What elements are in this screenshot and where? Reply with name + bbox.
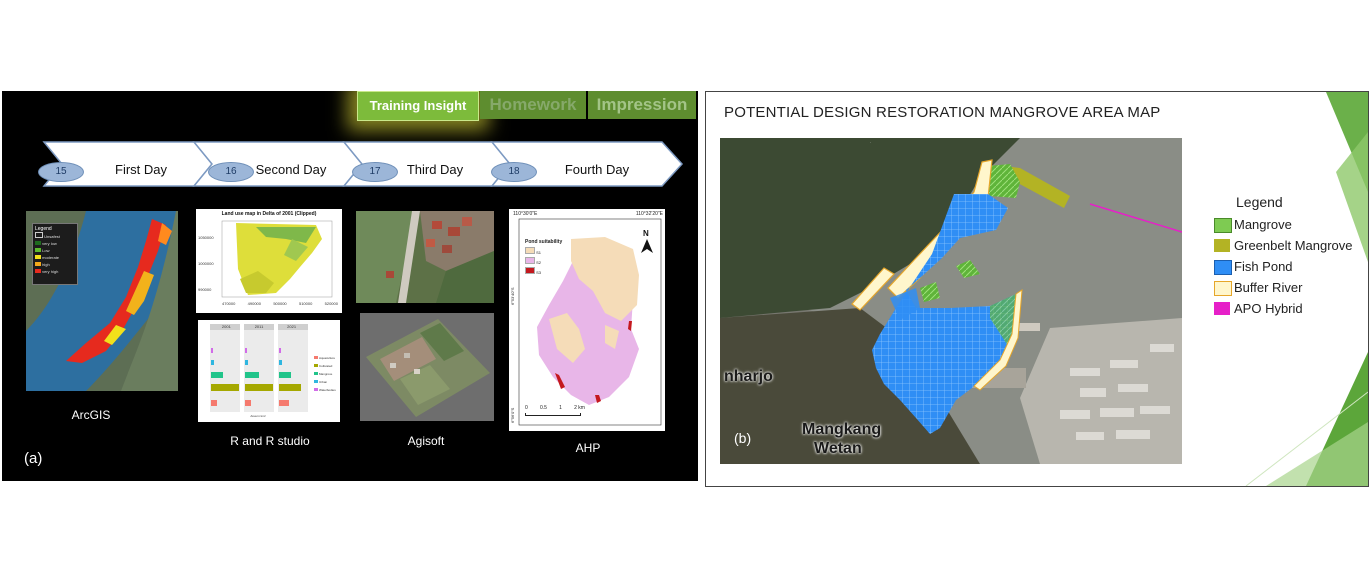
day-number-badge: 15 [38,162,84,182]
apo-hybrid-swatch-icon [1214,302,1230,315]
arcgis-legend: Legend Unsafest very low Low moderate hi… [32,223,78,285]
place-label-nharjo: nharjo [724,368,773,385]
r-landuse-map-thumbnail: Land use map in Delta of 2001 (Clipped) … [196,209,342,313]
day-label-fourth: Fourth Day [564,162,630,177]
day-label-second: Second Day [255,162,327,177]
caption-ahp: AHP [575,441,601,455]
arcgis-map-thumbnail: Legend Unsafest very low Low moderate hi… [26,211,178,391]
fish-pond-swatch-icon [1214,260,1232,275]
legend-title: Legend [1236,194,1283,210]
day-label-third: Third Day [406,162,464,177]
place-label-wetan: Wetan [814,440,862,457]
place-label-mangkang: Mangkang [802,421,882,438]
north-arrow-icon: N [643,229,649,238]
mangrove-swatch-icon [1214,218,1232,233]
panel-b-restoration-map-slide: POTENTIAL DESIGN RESTORATION MANGROVE AR… [705,91,1369,487]
buffer-river-swatch-icon [1214,281,1232,296]
day-label-first: First Day [115,162,167,177]
tab-homework[interactable]: Homework [480,91,586,119]
caption-agisoft: Agisoft [407,434,445,448]
greenbelt-swatch-icon [1214,239,1230,252]
caption-r-studio: R and R studio [230,434,310,448]
agisoft-aerial-thumbnail [356,211,494,303]
r-landuse-barchart-thumbnail: 2001 2011 2021 Aquaculture Cultivated Ma… [198,320,340,422]
tab-training-insight[interactable]: Training Insight [357,91,479,121]
tab-impression[interactable]: Impression [588,91,696,119]
ahp-suitability-map-thumbnail: 110°30'0"E 110°32'20"E Pond suitability … [509,209,665,431]
agisoft-orthomosaic-thumbnail [360,313,494,421]
panel-b-label: (b) [734,430,752,446]
scale-bar: 0 0.5 1 2 km [525,405,585,411]
panel-a-label: (a) [24,450,43,467]
restoration-map: · nharjo Mangkang Wetan (b) [720,138,1182,464]
day-number-badge: 18 [491,162,537,182]
caption-arcgis: ArcGIS [71,408,111,422]
map-title: POTENTIAL DESIGN RESTORATION MANGROVE AR… [724,104,1161,121]
panel-a-training-slide: Training Insight Homework Impression 15 … [2,91,698,481]
